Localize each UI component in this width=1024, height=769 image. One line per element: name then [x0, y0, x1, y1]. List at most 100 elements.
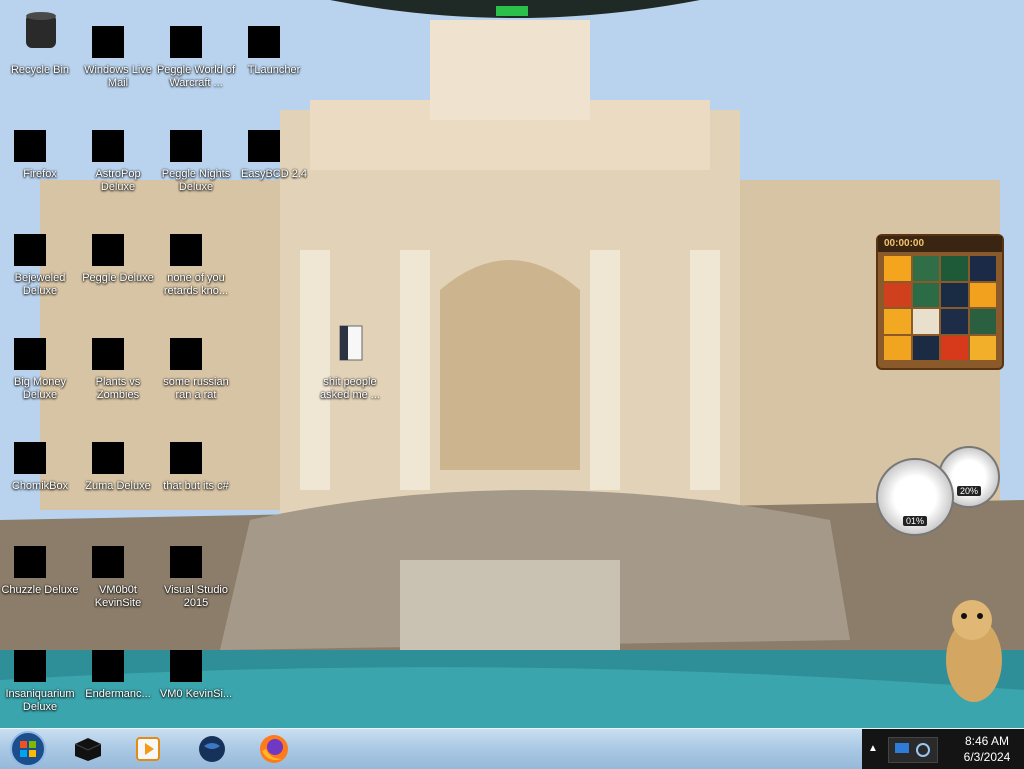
- redacted-icon: [92, 546, 124, 578]
- puzzle-tile[interactable]: [969, 282, 996, 307]
- redacted-icon: [14, 650, 46, 682]
- redacted-icon: [92, 442, 124, 474]
- desktop-icon-tlauncher[interactable]: TLauncher: [234, 6, 314, 106]
- icon-label: EasyBCD 2.4: [240, 168, 308, 180]
- puzzle-tile[interactable]: [884, 335, 911, 360]
- icon-label: some russian ran a rat: [163, 376, 229, 401]
- icon-label: none of you retards kno...: [163, 272, 229, 297]
- desktop-icon-zuma-deluxe[interactable]: Zuma Deluxe: [78, 422, 158, 522]
- icon-label: AstroPop Deluxe: [95, 168, 141, 193]
- puzzle-timer: 00:00:00: [878, 236, 1002, 252]
- puzzle-tile[interactable]: [969, 309, 996, 334]
- redacted-icon: [170, 234, 202, 266]
- desktop-icon-vm0b0t[interactable]: VM0b0t KevinSite: [78, 526, 158, 626]
- icon-label: shit people asked me ...: [320, 376, 380, 401]
- desktop-icon-recycle-bin[interactable]: Recycle Bin: [0, 6, 80, 106]
- desktop-icon-peggle-deluxe[interactable]: Peggle Deluxe: [78, 214, 158, 314]
- puzzle-tile[interactable]: [969, 335, 996, 360]
- desktop-icon-chomikbox[interactable]: ChomikBox: [0, 422, 80, 522]
- system-tray: ▲ 8:46 AM 6/3/2024: [862, 729, 1024, 769]
- puzzle-tile[interactable]: [884, 309, 911, 334]
- network-icon[interactable]: [915, 742, 931, 758]
- icon-label: that but its c#: [163, 480, 229, 492]
- clock[interactable]: 8:46 AM 6/3/2024: [956, 733, 1018, 765]
- puzzle-tile[interactable]: [941, 335, 968, 360]
- puzzle-tile[interactable]: [912, 309, 939, 334]
- puzzle-grid[interactable]: [884, 256, 996, 360]
- desktop-icon-visual-studio[interactable]: Visual Studio 2015: [156, 526, 236, 626]
- puzzle-tile[interactable]: [912, 256, 939, 281]
- cpu-gauge[interactable]: 01%: [876, 458, 954, 536]
- icon-label: TLauncher: [247, 64, 301, 76]
- icon-label: Chuzzle Deluxe: [1, 584, 79, 596]
- picture-puzzle-gadget[interactable]: 00:00:00: [876, 234, 1004, 370]
- icon-label: Peggle Deluxe: [82, 272, 154, 284]
- redacted-icon: [170, 650, 202, 682]
- desktop-icon-bejeweled[interactable]: Bejeweled Deluxe: [0, 214, 80, 314]
- icon-label: Bejeweled Deluxe: [14, 272, 66, 297]
- redacted-icon: [170, 442, 202, 474]
- taskbar: ▲ 8:46 AM 6/3/2024: [0, 728, 1024, 769]
- puzzle-tile[interactable]: [912, 282, 939, 307]
- puzzle-tile[interactable]: [912, 335, 939, 360]
- icon-label: VM0 KevinSi...: [159, 688, 233, 700]
- redacted-icon: [170, 26, 202, 58]
- desktop-icon-that-but-csharp[interactable]: that but its c#: [156, 422, 236, 522]
- icon-label: Windows Live Mail: [84, 64, 152, 89]
- redacted-icon: [92, 234, 124, 266]
- taskbar-pinned-tlauncher[interactable]: [66, 731, 110, 767]
- icon-label: Zuma Deluxe: [85, 480, 151, 492]
- file-icon: [339, 325, 363, 361]
- icon-label: Endermanc...: [85, 688, 151, 700]
- desktop-icon-vm0-kevinsite[interactable]: VM0 KevinSi...: [156, 630, 236, 728]
- desktop-icon-none-of-you[interactable]: none of you retards kno...: [156, 214, 236, 314]
- icon-label: Big Money Deluxe: [14, 376, 66, 401]
- desktop-icon-chuzzle[interactable]: Chuzzle Deluxe: [0, 526, 80, 626]
- puzzle-tile[interactable]: [941, 309, 968, 334]
- redacted-icon: [170, 130, 202, 162]
- desktop-icon-some-russian[interactable]: some russian ran a rat: [156, 318, 236, 418]
- desktop-icon-peggle-wow[interactable]: Peggle World of Warcraft ...: [156, 6, 236, 106]
- desktop-icon-easybcd[interactable]: EasyBCD 2.4: [234, 110, 314, 210]
- icon-label: Visual Studio 2015: [163, 584, 228, 609]
- redacted-icon: [170, 338, 202, 370]
- icon-label: Peggle Nights Deluxe: [161, 168, 231, 193]
- puzzle-tile[interactable]: [969, 256, 996, 281]
- puzzle-tile[interactable]: [884, 256, 911, 281]
- show-hidden-icons-button[interactable]: ▲: [868, 743, 878, 754]
- icon-label: Firefox: [23, 168, 57, 180]
- puzzle-tile[interactable]: [941, 282, 968, 307]
- cpu-value: 01%: [902, 516, 928, 526]
- globe-icon: [199, 736, 225, 762]
- desktop-icon-astropop[interactable]: AstroPop Deluxe: [78, 110, 158, 210]
- taskbar-pinned-globe[interactable]: [190, 731, 234, 767]
- tlauncher-icon: [74, 738, 102, 761]
- redacted-icon: [92, 650, 124, 682]
- puzzle-tile[interactable]: [884, 282, 911, 307]
- desktop-icon-big-money[interactable]: Big Money Deluxe: [0, 318, 80, 418]
- redacted-icon: [14, 130, 46, 162]
- media-player-icon: [136, 737, 160, 761]
- puzzle-tile[interactable]: [941, 256, 968, 281]
- desktop-icon-plants-vs-zombies[interactable]: Plants vs Zombies: [78, 318, 158, 418]
- desktop-icon-firefox[interactable]: Firefox: [0, 110, 80, 210]
- desktop-icon-insaniquarium[interactable]: Insaniquarium Deluxe: [0, 630, 80, 728]
- taskbar-pinned-firefox[interactable]: [252, 731, 296, 767]
- desktop-icon-shit-people[interactable]: shit people asked me ...: [310, 318, 390, 418]
- desktop-icon-windows-live-mail[interactable]: Windows Live Mail: [78, 6, 158, 106]
- desktop-icon-peggle-nights[interactable]: Peggle Nights Deluxe: [156, 110, 236, 210]
- icon-label: Insaniquarium Deluxe: [5, 688, 75, 713]
- clock-date: 6/3/2024: [963, 750, 1011, 764]
- tray-icons: [888, 737, 938, 763]
- windows-orb-icon: [10, 731, 46, 767]
- redacted-icon: [170, 546, 202, 578]
- redacted-icon: [14, 234, 46, 266]
- firefox-icon: [260, 735, 288, 763]
- redacted-icon: [92, 26, 124, 58]
- redacted-icon: [248, 130, 280, 162]
- redacted-icon: [14, 442, 46, 474]
- taskbar-pinned-media-player[interactable]: [126, 731, 170, 767]
- desktop-icon-endermanch[interactable]: Endermanc...: [78, 630, 158, 728]
- start-button[interactable]: [4, 731, 52, 767]
- monitor-icon[interactable]: [895, 743, 909, 755]
